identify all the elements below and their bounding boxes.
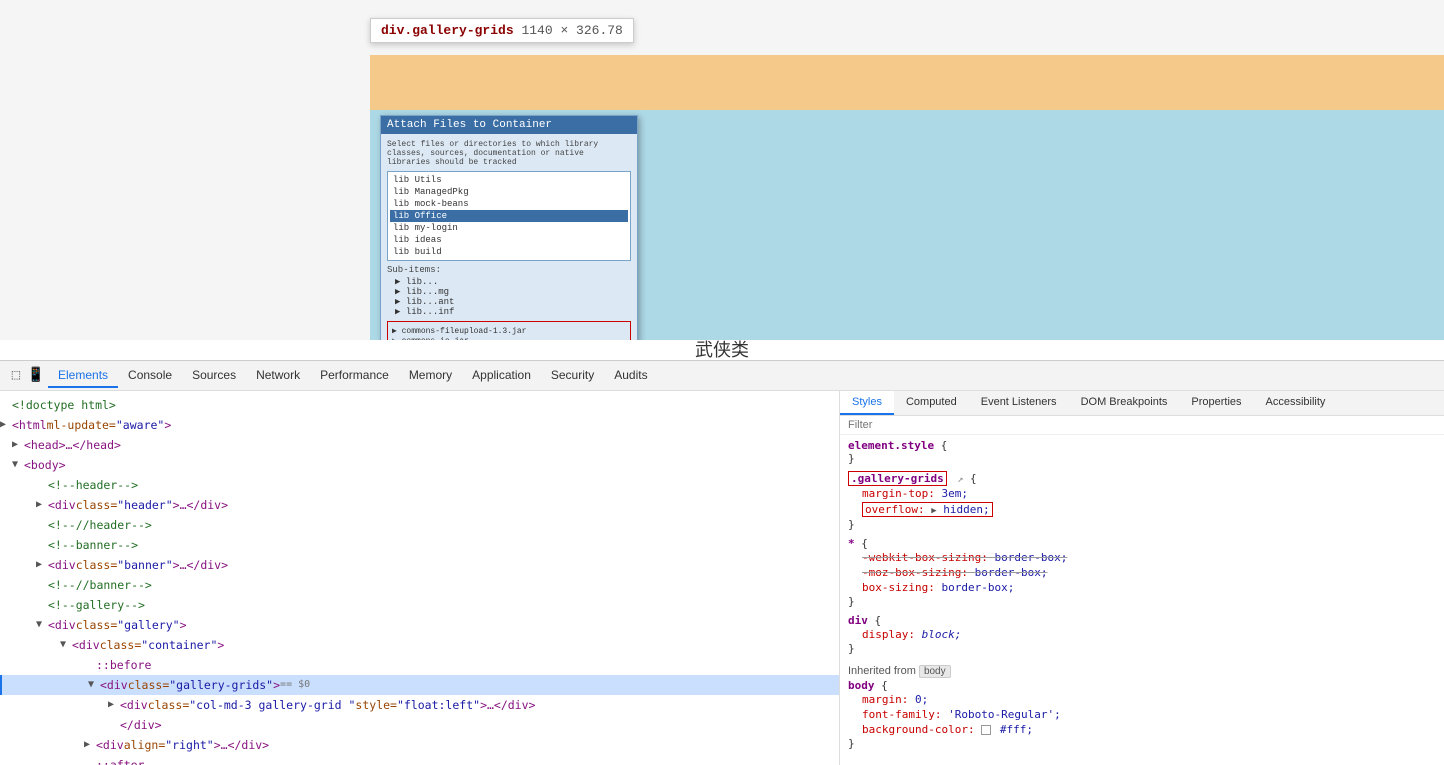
triangle-gallery-grids[interactable] bbox=[88, 676, 100, 694]
comment-header-end: <!--//header--> bbox=[0, 515, 839, 535]
browser-preview: Attach Files to Container Select files o… bbox=[370, 55, 1444, 360]
triangle-col[interactable] bbox=[108, 696, 120, 714]
element-tooltip: div.gallery-grids 1140 × 326.78 bbox=[370, 18, 634, 43]
inherited-label: Inherited from body bbox=[848, 661, 1436, 679]
close-div-inner: </div> bbox=[0, 715, 839, 735]
overflow-line: overflow: ▶ hidden; bbox=[848, 501, 1436, 518]
styles-tab-event-listeners[interactable]: Event Listeners bbox=[969, 391, 1069, 415]
tab-console[interactable]: Console bbox=[118, 364, 182, 388]
list-item: lib ideas bbox=[390, 234, 628, 246]
tab-audits[interactable]: Audits bbox=[604, 364, 657, 388]
div-container: <div class= "container" > bbox=[0, 635, 839, 655]
filter-bar bbox=[840, 416, 1444, 435]
moz-box-sizing: -moz-box-sizing: border-box; bbox=[848, 565, 1436, 580]
body-margin: margin: 0; bbox=[848, 692, 1436, 707]
styles-tab-accessibility[interactable]: Accessibility bbox=[1254, 391, 1338, 415]
comment-banner-end: <!--//banner--> bbox=[0, 575, 839, 595]
tab-elements[interactable]: Elements bbox=[48, 364, 118, 388]
styles-content: element.style { } .gallery-grids ↗ { mar… bbox=[840, 435, 1444, 765]
gallery-grids-link[interactable]: ↗ bbox=[957, 474, 963, 485]
universal-rule: * { -webkit-box-sizing: border-box; -moz… bbox=[848, 537, 1436, 608]
comment-banner: <!--banner--> bbox=[0, 535, 839, 555]
inspect-icon[interactable]: ⬚ bbox=[8, 368, 24, 384]
dialog-sublabel: Sub-items: bbox=[387, 265, 631, 275]
list-item: lib build bbox=[390, 246, 628, 258]
color-swatch-white bbox=[981, 725, 991, 735]
gallery-grids-selector: .gallery-grids bbox=[848, 471, 947, 486]
styles-panel: Styles Computed Event Listeners DOM Brea… bbox=[840, 391, 1444, 765]
tooltip-dims: 1140 × 326.78 bbox=[521, 23, 622, 38]
head-line: <head>…</head> bbox=[0, 435, 839, 455]
dialog-title: Attach Files to Container bbox=[387, 119, 552, 131]
dialog-body: Select files or directories to which lib… bbox=[381, 134, 637, 360]
pseudo-before: ::before bbox=[0, 655, 839, 675]
elements-panel: <!doctype html> <html ml-update= "aware"… bbox=[0, 391, 840, 765]
filter-input[interactable] bbox=[848, 419, 1436, 431]
div-banner: <div class= "banner" >…</div> bbox=[0, 555, 839, 575]
devtools-main: <!doctype html> <html ml-update= "aware"… bbox=[0, 391, 1444, 765]
overflow-highlight: overflow: ▶ hidden; bbox=[862, 502, 993, 517]
list-item: lib mock-beans bbox=[390, 198, 628, 210]
div-align-right: <div align= "right" >…</div> bbox=[0, 735, 839, 755]
browser-banner bbox=[370, 55, 1444, 110]
triangle-gallery[interactable] bbox=[36, 616, 48, 634]
dialog-titlebar: Attach Files to Container bbox=[381, 116, 637, 134]
tab-performance[interactable]: Performance bbox=[310, 364, 399, 388]
body-font-family: font-family: 'Roboto-Regular'; bbox=[848, 707, 1436, 722]
list-item: lib ManagedPkg bbox=[390, 186, 628, 198]
tab-application[interactable]: Application bbox=[462, 364, 541, 388]
triangle-banner[interactable] bbox=[36, 556, 48, 574]
tooltip-class: div.gallery-grids bbox=[381, 23, 514, 38]
pseudo-after: ::after bbox=[0, 755, 839, 765]
devtools-toolbar: ⬚ 📱 Elements Console Sources Network Per… bbox=[0, 361, 1444, 391]
doctype-line: <!doctype html> bbox=[0, 395, 839, 415]
inherited-body-tag[interactable]: body bbox=[919, 665, 951, 678]
margin-top-line: margin-top: 3em; bbox=[848, 486, 1436, 501]
div-gallery-grids[interactable]: <div class= "gallery-grids" > == $0 bbox=[0, 675, 839, 695]
div-col-md: <div class= "col-md-3 gallery-grid " sty… bbox=[0, 695, 839, 715]
div-gallery: <div class= "gallery" > bbox=[0, 615, 839, 635]
dialog-subtitle: Select files or directories to which lib… bbox=[387, 140, 631, 167]
dialog-list: lib Utils lib ManagedPkg lib mock-beans … bbox=[387, 171, 631, 261]
gallery-grids-rule: .gallery-grids ↗ { margin-top: 3em; over… bbox=[848, 471, 1436, 531]
div-header: <div class= "header" >…</div> bbox=[0, 495, 839, 515]
tab-memory[interactable]: Memory bbox=[399, 364, 462, 388]
list-item: lib my-login bbox=[390, 222, 628, 234]
triangle-html[interactable] bbox=[0, 416, 12, 434]
devtools-panel: ⬚ 📱 Elements Console Sources Network Per… bbox=[0, 360, 1444, 765]
styles-tab-dom-breakpoints[interactable]: DOM Breakpoints bbox=[1069, 391, 1180, 415]
styles-tabs: Styles Computed Event Listeners DOM Brea… bbox=[840, 391, 1444, 416]
triangle-head[interactable] bbox=[12, 436, 24, 454]
display-block: display: block; bbox=[848, 627, 1436, 642]
browser-dialog: Attach Files to Container Select files o… bbox=[380, 115, 638, 343]
body-bg-color: background-color: #fff; bbox=[848, 722, 1436, 737]
triangle-body[interactable] bbox=[12, 456, 24, 474]
triangle-header[interactable] bbox=[36, 496, 48, 514]
tab-network[interactable]: Network bbox=[246, 364, 310, 388]
dialog-sub-items: ▶ lib... ▶ lib...mg ▶ lib...ant ▶ lib...… bbox=[387, 277, 631, 317]
comment-gallery: <!--gallery--> bbox=[0, 595, 839, 615]
mobile-icon[interactable]: 📱 bbox=[28, 368, 44, 384]
triangle-container[interactable] bbox=[60, 636, 72, 654]
body-line: <body> bbox=[0, 455, 839, 475]
comment-header: <!--header--> bbox=[0, 475, 839, 495]
tab-sources[interactable]: Sources bbox=[182, 364, 246, 388]
list-item: lib Office bbox=[390, 210, 628, 222]
html-line: <html ml-update= "aware" > bbox=[0, 415, 839, 435]
list-item: lib Utils bbox=[390, 174, 628, 186]
body-rule: body { margin: 0; font-family: 'Roboto-R… bbox=[848, 679, 1436, 750]
styles-tab-properties[interactable]: Properties bbox=[1179, 391, 1253, 415]
triangle-align[interactable] bbox=[84, 736, 96, 754]
styles-tab-computed[interactable]: Computed bbox=[894, 391, 969, 415]
styles-tab-styles[interactable]: Styles bbox=[840, 391, 894, 415]
box-sizing: box-sizing: border-box; bbox=[848, 580, 1436, 595]
div-rule: div { display: block; } bbox=[848, 614, 1436, 655]
page-watermark: 武侠类 bbox=[0, 340, 1444, 360]
tab-security[interactable]: Security bbox=[541, 364, 604, 388]
webkit-box-sizing: -webkit-box-sizing: border-box; bbox=[848, 550, 1436, 565]
element-style-rule: element.style { } bbox=[848, 439, 1436, 465]
